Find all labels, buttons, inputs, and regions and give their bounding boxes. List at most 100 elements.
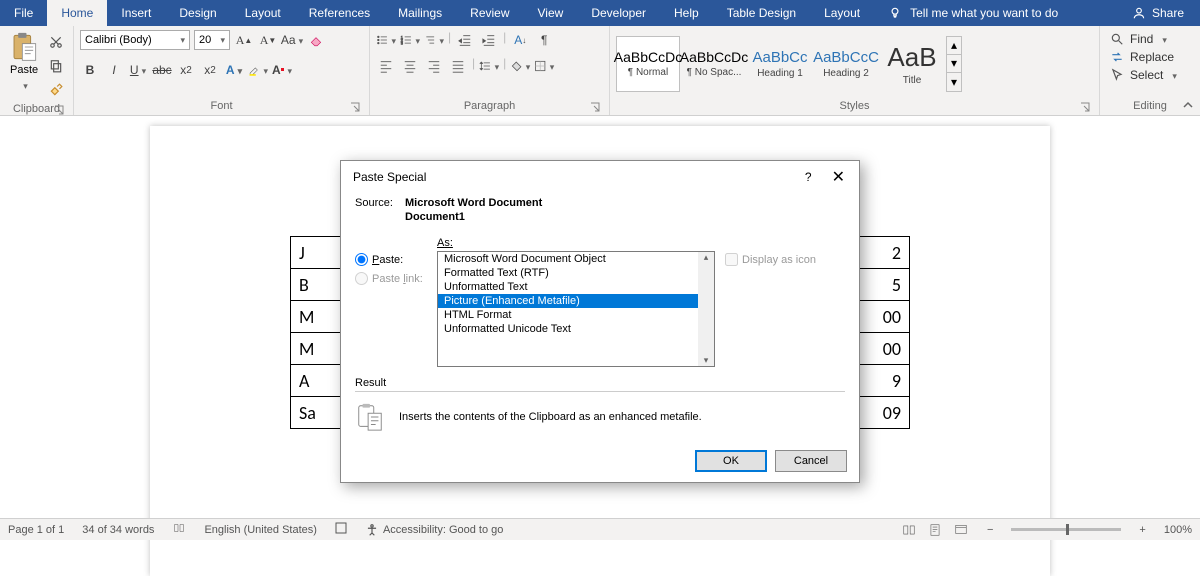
style-heading2[interactable]: AaBbCcCHeading 2 [814, 36, 878, 92]
clear-formatting-button[interactable] [306, 30, 326, 50]
tab-table-layout[interactable]: Layout [810, 0, 874, 26]
tab-references[interactable]: References [295, 0, 384, 26]
dialog-launcher-icon[interactable] [53, 104, 65, 116]
tab-view[interactable]: View [524, 0, 578, 26]
word-count[interactable]: 34 of 34 words [82, 524, 154, 536]
accessibility-status[interactable]: Accessibility: Good to go [365, 523, 503, 537]
chevron-down-icon: ▾ [704, 355, 709, 366]
dialog-title: Paste Special [353, 170, 426, 184]
grow-font-button[interactable]: A▲ [234, 30, 254, 50]
highlight-button[interactable] [248, 60, 268, 80]
dialog-help-button[interactable]: ? [805, 170, 812, 184]
ok-button[interactable]: OK [695, 450, 767, 472]
listbox-scrollbar[interactable]: ▴▾ [698, 252, 714, 366]
borders-button[interactable] [534, 56, 554, 76]
underline-button[interactable]: U [128, 60, 148, 80]
print-layout-icon[interactable] [927, 523, 943, 537]
list-item[interactable]: HTML Format [438, 308, 714, 322]
select-button[interactable]: Select [1110, 68, 1177, 82]
dialog-close-button[interactable]: ✕ [826, 167, 851, 187]
spellcheck-status[interactable] [172, 522, 186, 537]
style-title[interactable]: AaBTitle [880, 36, 944, 92]
eraser-icon [309, 33, 323, 47]
format-painter-button[interactable] [46, 80, 66, 100]
text-effects-button[interactable]: A [224, 60, 244, 80]
list-item[interactable]: Microsoft Word Document Object [438, 252, 714, 266]
copy-button[interactable] [46, 56, 66, 76]
numbering-button[interactable]: 123 [400, 30, 420, 50]
chevron-up-icon[interactable]: ▴ [947, 37, 961, 55]
font-size-combo[interactable]: 20 [194, 30, 230, 50]
change-case-button[interactable]: Aa [282, 30, 302, 50]
tab-help[interactable]: Help [660, 0, 713, 26]
read-mode-icon[interactable] [901, 523, 917, 537]
superscript-button[interactable]: x2 [200, 60, 220, 80]
align-left-button[interactable] [376, 56, 396, 76]
increase-indent-button[interactable] [479, 30, 499, 50]
tab-design[interactable]: Design [165, 0, 230, 26]
sort-button[interactable]: A↓ [510, 30, 530, 50]
shrink-font-button[interactable]: A▼ [258, 30, 278, 50]
dialog-launcher-icon[interactable] [349, 101, 361, 113]
list-item[interactable]: Unformatted Text [438, 280, 714, 294]
web-layout-icon[interactable] [953, 523, 969, 537]
outdent-icon [458, 33, 472, 47]
collapse-ribbon-icon[interactable] [1182, 99, 1194, 111]
paste-radio[interactable]: Paste: [355, 253, 427, 266]
find-button[interactable]: Find [1110, 32, 1167, 46]
macro-status[interactable] [335, 522, 347, 537]
tab-table-design[interactable]: Table Design [713, 0, 810, 26]
font-group-label: Font [80, 97, 363, 115]
align-center-button[interactable] [400, 56, 420, 76]
dialog-launcher-icon[interactable] [589, 101, 601, 113]
group-clipboard: Paste Clipboard [0, 26, 74, 115]
font-color-button[interactable]: A [272, 60, 292, 80]
zoom-level[interactable]: 100% [1164, 524, 1192, 536]
language-status[interactable]: English (United States) [204, 524, 317, 536]
chevron-down-icon[interactable]: ▾ [947, 55, 961, 73]
line-spacing-button[interactable] [479, 56, 499, 76]
style-no-spacing[interactable]: AaBbCcDc¶ No Spac... [682, 36, 746, 92]
tab-developer[interactable]: Developer [577, 0, 660, 26]
tab-insert[interactable]: Insert [107, 0, 165, 26]
subscript-button[interactable]: x2 [176, 60, 196, 80]
replace-button[interactable]: Replace [1110, 50, 1174, 64]
list-item[interactable]: Formatted Text (RTF) [438, 266, 714, 280]
zoom-slider[interactable] [1011, 528, 1121, 531]
tab-review[interactable]: Review [456, 0, 523, 26]
align-right-button[interactable] [424, 56, 444, 76]
multilevel-list-button[interactable] [424, 30, 444, 50]
tell-me-search[interactable]: Tell me what you want to do [874, 6, 1116, 20]
styles-more-icon[interactable]: ▾ [947, 73, 961, 91]
share-button[interactable]: Share [1116, 6, 1200, 20]
style-heading1[interactable]: AaBbCcHeading 1 [748, 36, 812, 92]
styles-scroll[interactable]: ▴▾▾ [946, 36, 962, 92]
dialog-launcher-icon[interactable] [1079, 101, 1091, 113]
page-status[interactable]: Page 1 of 1 [8, 524, 64, 536]
zoom-out-button[interactable]: − [987, 524, 993, 536]
justify-button[interactable] [448, 56, 468, 76]
cancel-button[interactable]: Cancel [775, 450, 847, 472]
style-normal[interactable]: AaBbCcDc¶ Normal [616, 36, 680, 92]
tab-mailings[interactable]: Mailings [384, 0, 456, 26]
tab-home[interactable]: Home [47, 0, 107, 26]
shading-button[interactable] [510, 56, 530, 76]
show-marks-button[interactable]: ¶ [534, 30, 554, 50]
list-item[interactable]: Picture (Enhanced Metafile) [438, 294, 714, 308]
ribbon: Paste Clipboard Calibri (Body) 20 A▲ A▼ … [0, 26, 1200, 116]
decrease-indent-button[interactable] [455, 30, 475, 50]
list-item[interactable]: Unformatted Unicode Text [438, 322, 714, 336]
bold-button[interactable]: B [80, 60, 100, 80]
multilevel-icon [424, 33, 436, 47]
tab-layout[interactable]: Layout [231, 0, 295, 26]
cut-button[interactable] [46, 32, 66, 52]
italic-button[interactable]: I [104, 60, 124, 80]
book-icon [172, 522, 186, 534]
format-listbox[interactable]: Microsoft Word Document Object Formatted… [437, 251, 715, 367]
strikethrough-button[interactable]: abc [152, 60, 172, 80]
tab-file[interactable]: File [0, 0, 47, 26]
zoom-in-button[interactable]: + [1139, 524, 1145, 536]
paste-button[interactable]: Paste [6, 30, 42, 94]
font-name-combo[interactable]: Calibri (Body) [80, 30, 190, 50]
bullets-button[interactable] [376, 30, 396, 50]
